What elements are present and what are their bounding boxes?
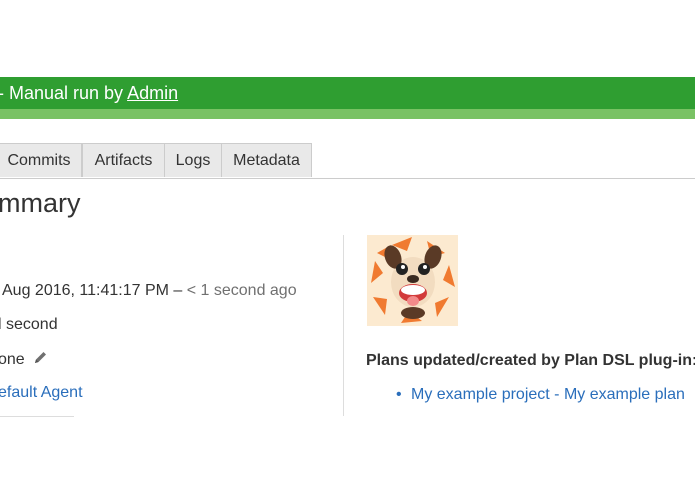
completed-ago: < 1 second ago	[187, 282, 297, 299]
bullet-icon: •	[396, 386, 402, 403]
summary-heading: mmary	[0, 188, 81, 218]
plan-link[interactable]: My example project - My example plan	[411, 386, 685, 403]
admin-user-link[interactable]: Admin	[127, 83, 178, 103]
plans-list: • My example project - My example plan	[396, 386, 685, 404]
tab-logs[interactable]: Logs	[164, 143, 222, 177]
summary-divider	[0, 416, 74, 417]
completed-row: Aug 2016, 11:41:17 PM – < 1 second ago	[2, 282, 297, 300]
tab-artifacts[interactable]: Artifacts	[82, 143, 165, 177]
tab-metadata[interactable]: Metadata	[221, 143, 312, 177]
completed-ago-link[interactable]: < 1 second ago	[187, 282, 297, 299]
column-divider	[343, 235, 344, 416]
tab-commits[interactable]: Commits	[0, 143, 82, 177]
banner-prefix: - Manual run by	[0, 83, 128, 103]
dog-avatar-icon	[367, 235, 458, 326]
agent-row: efault Agent	[0, 384, 83, 402]
build-status-banner: - Manual run by Admin	[0, 77, 695, 109]
agent-link[interactable]: efault Agent	[0, 384, 83, 401]
plans-heading: Plans updated/created by Plan DSL plug-i…	[366, 352, 695, 369]
pencil-icon[interactable]	[33, 350, 48, 370]
result-tabs: Commits Artifacts Logs Metadata	[0, 143, 695, 179]
banner-text: - Manual run by Admin	[0, 78, 178, 108]
labels-value: one	[0, 351, 25, 369]
banner-stripe	[0, 109, 695, 119]
list-item: • My example project - My example plan	[396, 386, 685, 404]
duration-row: l second	[0, 316, 58, 333]
completed-date: Aug 2016, 11:41:17 PM –	[2, 282, 187, 299]
labels-row: one	[0, 350, 48, 370]
